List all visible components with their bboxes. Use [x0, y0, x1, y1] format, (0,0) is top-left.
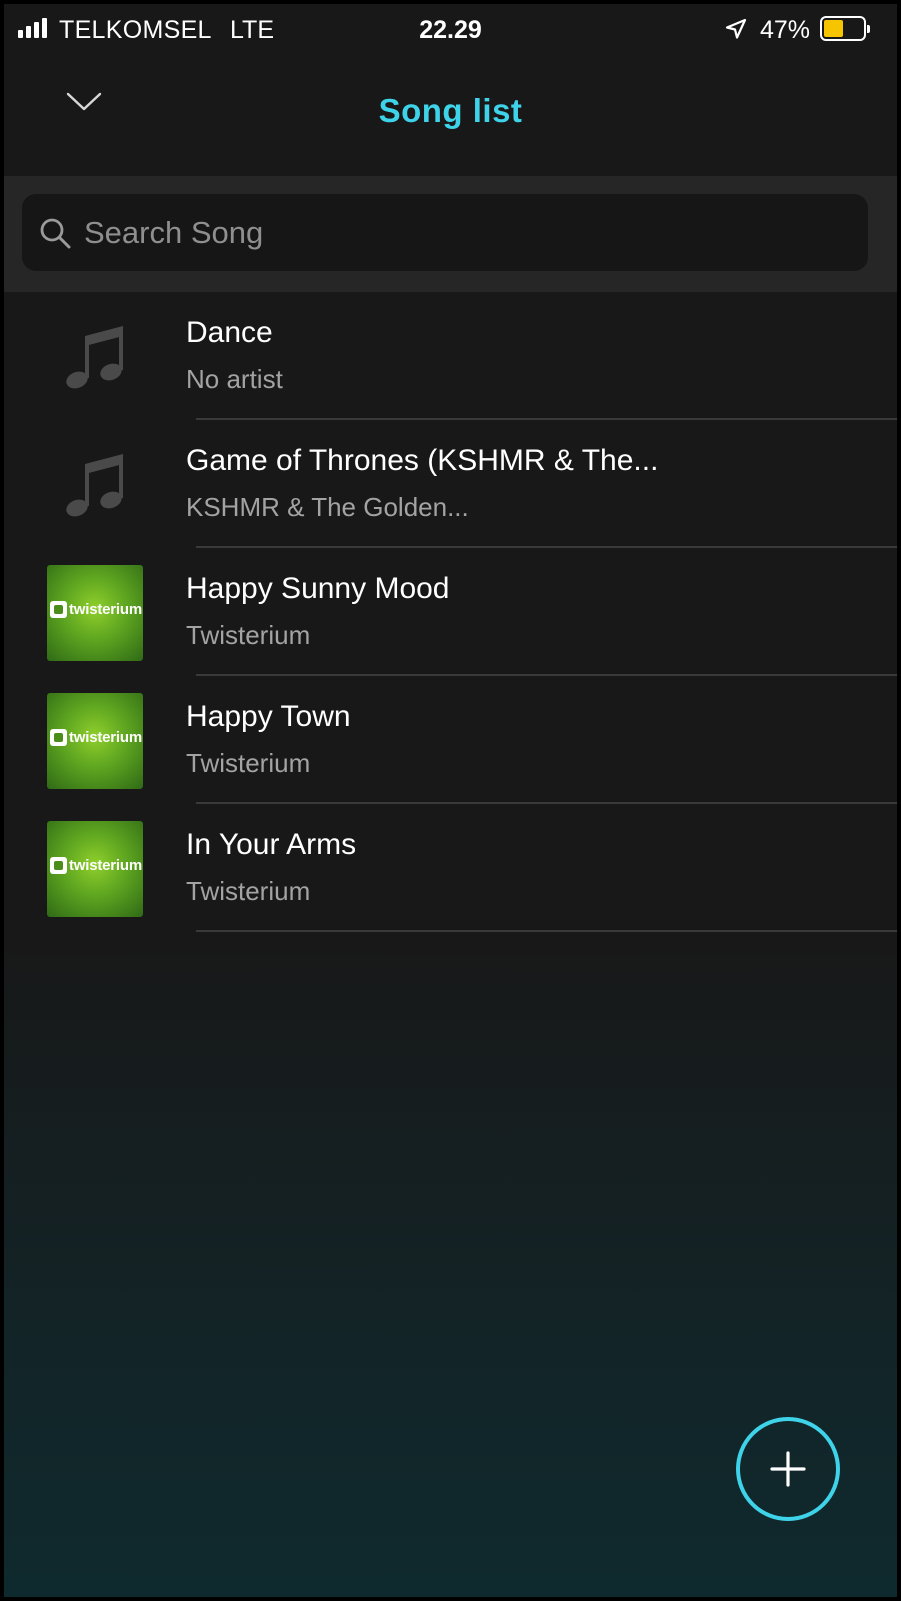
page-title: Song list [378, 92, 523, 129]
search-input[interactable] [84, 194, 854, 271]
music-note-icon [47, 309, 143, 405]
song-row[interactable]: Dance No artist [4, 292, 897, 420]
song-artist: Twisterium [186, 620, 311, 650]
status-bar: TELKOMSEL LTE 22.29 47% [4, 4, 897, 56]
battery-percent: 47% [760, 16, 811, 44]
album-cover: twisterium [47, 821, 143, 917]
battery-level [824, 20, 843, 37]
cover-logo-text: twisterium [68, 857, 142, 874]
cover-logo-text: twisterium [68, 601, 142, 618]
song-artist: KSHMR & The Golden... [186, 492, 469, 522]
song-row[interactable]: twisterium Happy Town Twisterium [4, 676, 897, 804]
song-list: Dance No artist Game of Thrones (KSHMR &… [4, 292, 897, 932]
search-box[interactable] [22, 194, 868, 271]
album-cover: twisterium [47, 693, 143, 789]
album-cover: twisterium [47, 565, 143, 661]
song-artist: No artist [186, 364, 283, 394]
song-row[interactable]: Game of Thrones (KSHMR & The... KSHMR & … [4, 420, 897, 548]
song-title: In Your Arms [186, 828, 357, 861]
song-row[interactable]: twisterium In Your Arms Twisterium [4, 804, 897, 932]
song-title: Dance [186, 316, 273, 349]
song-list-screen: TELKOMSEL LTE 22.29 47% Song list Search… [4, 4, 897, 1597]
song-artist: Twisterium [186, 876, 311, 906]
song-artist: Twisterium [186, 748, 311, 778]
search-icon [40, 218, 71, 249]
song-row[interactable]: twisterium Happy Sunny Mood Twisterium [4, 548, 897, 676]
plus-icon [770, 1451, 806, 1487]
location-arrow-icon [725, 18, 747, 39]
divider [196, 930, 897, 932]
cover-logo-text: twisterium [68, 729, 142, 746]
add-song-button[interactable] [736, 1417, 840, 1521]
search-bar [4, 176, 897, 292]
battery-icon [820, 16, 870, 41]
song-title: Game of Thrones (KSHMR & The... [186, 444, 659, 477]
song-title: Happy Sunny Mood [186, 572, 450, 605]
nav-header: Song list [4, 56, 897, 176]
music-note-icon [47, 437, 143, 533]
song-title: Happy Town [186, 700, 351, 733]
